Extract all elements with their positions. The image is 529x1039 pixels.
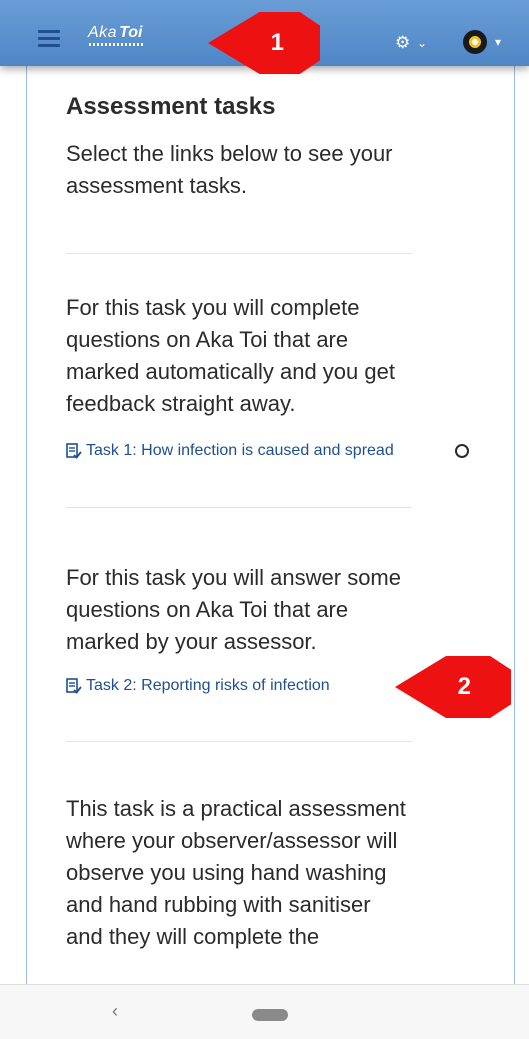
page-title: Assessment tasks xyxy=(66,93,276,120)
home-pill[interactable] xyxy=(252,1009,288,1021)
divider xyxy=(66,253,412,254)
intro-text: Select the links below to see your asses… xyxy=(66,141,393,198)
gear-icon: ⚙ xyxy=(395,33,411,52)
task-2-link[interactable]: Task 2: Reporting risks of infection xyxy=(66,677,330,695)
task-1-description: For this task you will complete question… xyxy=(66,295,395,416)
divider xyxy=(66,741,412,742)
task-2-description: For this task you will answer some quest… xyxy=(66,565,401,654)
aka-toi-logo[interactable]: Aka Toi xyxy=(88,24,158,50)
system-navigation-bar: ‹ xyxy=(0,984,529,1039)
task-2-link-label: Task 2: Reporting risks of infection xyxy=(86,677,330,694)
avatar xyxy=(463,30,487,54)
chevron-down-icon: ⌄ xyxy=(417,36,428,50)
divider xyxy=(66,507,412,508)
completion-status-icon[interactable] xyxy=(455,444,469,458)
settings-menu[interactable]: ⚙ ⌄ xyxy=(395,34,437,52)
hamburger-menu-icon[interactable] xyxy=(38,30,60,48)
assignment-icon xyxy=(66,678,82,694)
task-1-link[interactable]: Task 1: How infection is caused and spre… xyxy=(66,442,394,460)
user-menu[interactable]: ▾ xyxy=(463,30,515,54)
back-icon[interactable]: ‹ xyxy=(112,1001,118,1022)
task-1-link-label: Task 1: How infection is caused and spre… xyxy=(86,442,394,459)
assignment-icon xyxy=(66,443,82,459)
task-3-description: This task is a practical assessment wher… xyxy=(66,796,406,949)
chevron-down-icon: ▾ xyxy=(495,35,502,49)
